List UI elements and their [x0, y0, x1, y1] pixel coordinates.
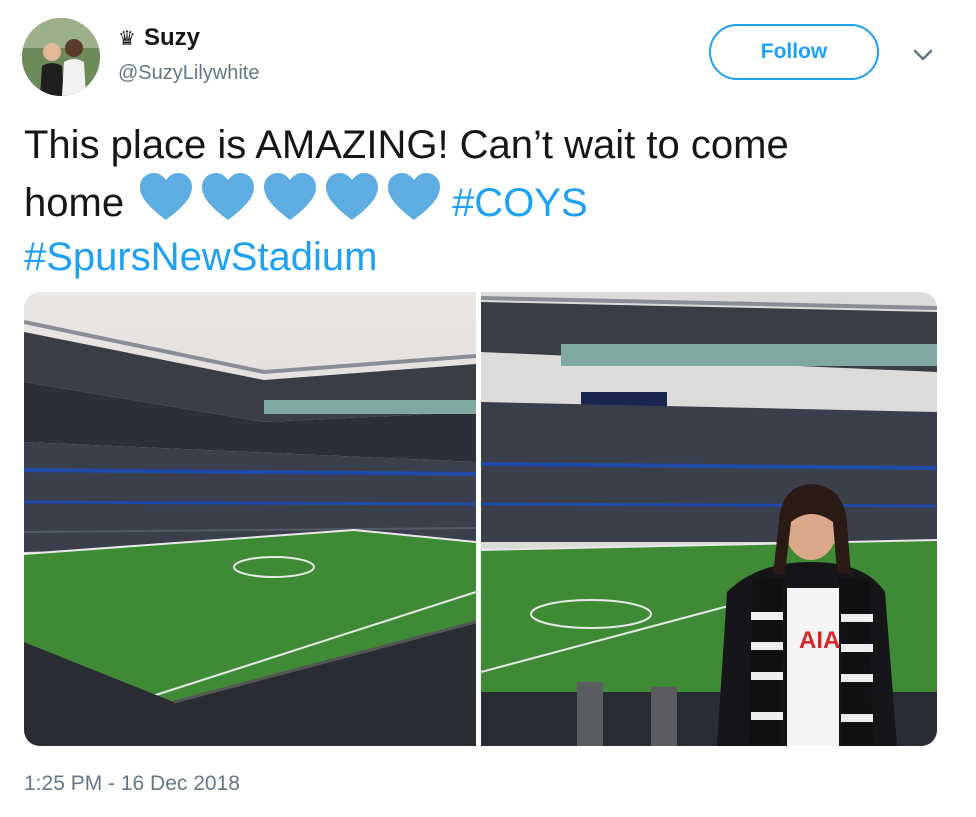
hashtag-coys[interactable]: #COYS: [452, 181, 588, 225]
hashtag-spursnewstadium[interactable]: #SpursNewStadium: [24, 230, 944, 284]
tweet-timestamp[interactable]: 1:25 PM - 16 Dec 2018: [24, 772, 240, 796]
chevron-down-icon[interactable]: [908, 40, 938, 70]
tweet-text: This place is AMAZING! Can’t wait to com…: [24, 118, 944, 284]
stadium-interior-photo[interactable]: [24, 292, 476, 746]
tweet-line-1: This place is AMAZING! Can’t wait to com…: [24, 123, 789, 167]
user-name: Suzy: [143, 24, 200, 51]
follow-button[interactable]: Follow: [709, 24, 879, 80]
blue-heart-icon: [326, 173, 379, 220]
avatar[interactable]: [22, 18, 100, 96]
tweet-line-2: home #COYS: [24, 172, 944, 230]
user-handle[interactable]: @SuzyLilywhite: [118, 62, 259, 85]
blue-heart-icon: [140, 173, 193, 220]
blue-heart-icon: [264, 173, 317, 220]
crown-icon: ♛: [118, 27, 136, 50]
tweet-word-home: home: [24, 181, 125, 225]
blue-heart-icon: [388, 173, 441, 220]
display-name[interactable]: ♛ Suzy: [118, 24, 200, 52]
hearts-emoji-group: [138, 172, 442, 222]
svg-text:AIA: AIA: [799, 627, 840, 654]
blue-heart-icon: [202, 173, 255, 220]
fan-in-stadium-photo[interactable]: AIA: [481, 292, 937, 746]
